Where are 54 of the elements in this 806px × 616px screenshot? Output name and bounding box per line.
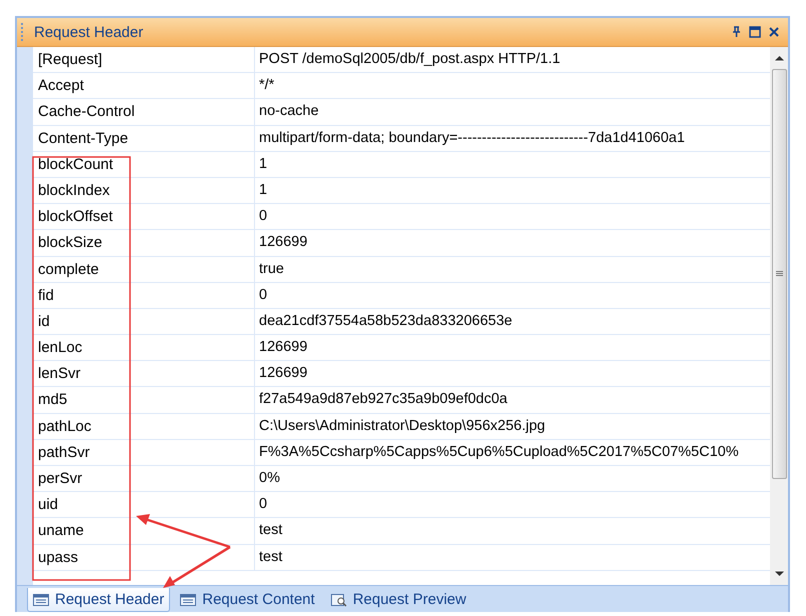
- pin-icon[interactable]: [730, 26, 742, 38]
- property-name: id: [33, 308, 255, 334]
- property-name: upass: [33, 544, 255, 570]
- property-name: blockSize: [33, 230, 255, 256]
- panel-tab[interactable]: Request Header: [27, 588, 170, 612]
- property-value: 1: [258, 180, 268, 200]
- panel-tab[interactable]: Request Content: [174, 588, 321, 612]
- property-value: test: [258, 521, 284, 540]
- property-name: pathSvr: [33, 440, 255, 465]
- property-name: pathLoc: [33, 414, 255, 439]
- property-value: 0: [258, 495, 268, 514]
- property-value: 126699: [258, 233, 308, 252]
- maximize-icon[interactable]: [749, 26, 761, 38]
- property-value: POST /demoSql2005/db/f_post.aspx HTTP/1.1: [258, 50, 562, 69]
- scroll-thumb[interactable]: [772, 69, 786, 479]
- property-value: 0%: [258, 469, 281, 488]
- property-value: 126699: [258, 364, 308, 384]
- property-name: lenLoc: [33, 335, 255, 360]
- property-value: test: [258, 548, 284, 567]
- property-name: blockOffset: [33, 204, 255, 230]
- property-name: Cache-Control: [33, 99, 255, 125]
- property-value: 1: [258, 154, 268, 174]
- property-name: [Request]: [33, 47, 255, 72]
- grip-icon: [21, 23, 24, 41]
- list-icon: [180, 592, 196, 606]
- panel-title: Request Header: [34, 24, 144, 40]
- property-name: Content-Type: [33, 126, 255, 151]
- scrollbar[interactable]: [770, 47, 788, 585]
- property-value: dea21cdf37554a58b523da833206653e: [258, 312, 514, 331]
- property-name: lenSvr: [33, 361, 255, 386]
- property-name: blockIndex: [33, 178, 255, 204]
- scroll-up-icon[interactable]: [774, 55, 784, 61]
- panel-tab[interactable]: Request Preview: [324, 588, 472, 612]
- arrow: [163, 546, 231, 588]
- property-value: C:\Users\Administrator\Desktop\956x256.jpg: [258, 416, 546, 436]
- property-value: */*: [258, 76, 276, 96]
- list-icon: [33, 592, 49, 606]
- close-icon[interactable]: [768, 26, 780, 38]
- property-name: fid: [33, 282, 255, 308]
- property-value: no-cache: [258, 102, 320, 122]
- property-value: multipart/form-data; boundary=---------------------------7da1d41060a1: [258, 128, 686, 148]
- property-name: perSvr: [33, 466, 255, 492]
- property-value: true: [258, 260, 285, 278]
- property-value: 126699: [258, 338, 308, 358]
- magnifier-icon: [330, 592, 347, 606]
- property-name: complete: [33, 256, 255, 282]
- property-value: 0: [258, 286, 268, 305]
- scroll-down-icon[interactable]: [774, 571, 784, 577]
- property-name: Accept: [33, 73, 255, 98]
- property-value: f27a549a9d87eb927c35a9b09ef0dc0a: [258, 390, 508, 410]
- property-name: blockCount: [33, 152, 255, 177]
- property-value: F%3A%5Ccsharp%5Capps%5Cup6%5Cupload%5C2017%5C07%5C10%: [258, 442, 740, 462]
- property-value: 0: [258, 207, 268, 226]
- property-name: md5: [33, 387, 255, 413]
